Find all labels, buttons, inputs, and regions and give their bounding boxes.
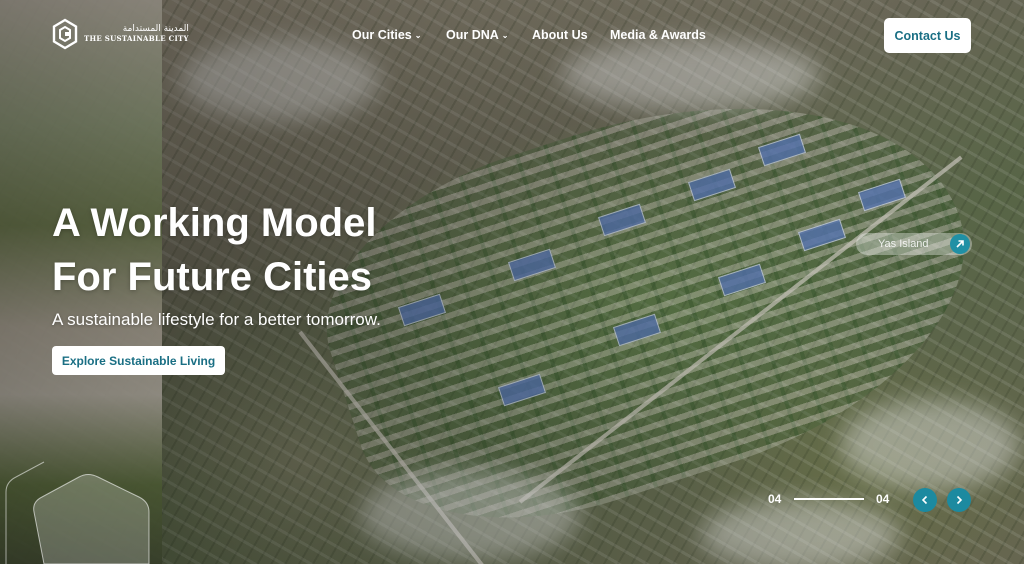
- site-header: المدينة المستدامة THE SUSTAINABLE CITY O…: [0, 0, 1024, 70]
- chevron-down-icon: ⌄: [414, 30, 422, 40]
- hero-title-line2: For Future Cities: [52, 255, 373, 299]
- slider-next-button[interactable]: [947, 488, 971, 512]
- nav-label: About Us: [532, 28, 588, 42]
- hero-title: A Working Model For Future Cities: [52, 196, 376, 304]
- nav-media-awards[interactable]: Media & Awards: [610, 28, 710, 42]
- contact-us-button[interactable]: Contact Us: [884, 18, 971, 53]
- slide-progress-bar: [794, 498, 864, 500]
- location-tag-yas-island[interactable]: Yas Island: [856, 233, 972, 255]
- hero-subtitle: A sustainable lifestyle for a better tom…: [52, 310, 381, 329]
- nav-label: Media & Awards: [610, 28, 706, 42]
- explore-sustainable-living-button[interactable]: Explore Sustainable Living: [52, 346, 225, 375]
- chevron-down-icon: ⌄: [501, 30, 509, 40]
- logo-english-text: THE SUSTAINABLE CITY: [84, 34, 189, 44]
- slide-total-number: 04: [876, 492, 890, 506]
- hero-title-line1: A Working Model: [52, 201, 377, 245]
- main-nav: Our Cities ⌄ Our DNA ⌄ About Us Media & …: [352, 28, 710, 42]
- hexagon-decoration-icon: [5, 461, 150, 564]
- arrow-up-right-icon: [950, 234, 970, 254]
- nav-label: Our DNA: [446, 28, 499, 42]
- nav-about-us[interactable]: About Us: [532, 28, 610, 42]
- slider-prev-button[interactable]: [913, 488, 937, 512]
- nav-our-cities[interactable]: Our Cities ⌄: [352, 28, 446, 42]
- nav-our-dna[interactable]: Our DNA ⌄: [446, 28, 532, 42]
- slide-current-number: 04: [768, 492, 782, 506]
- chevron-right-icon: [956, 495, 963, 505]
- hexagon-logo-icon: [52, 18, 78, 50]
- chevron-left-icon: [921, 495, 928, 505]
- nav-label: Our Cities: [352, 28, 412, 42]
- location-label: Yas Island: [878, 238, 929, 250]
- site-logo[interactable]: المدينة المستدامة THE SUSTAINABLE CITY: [52, 18, 189, 50]
